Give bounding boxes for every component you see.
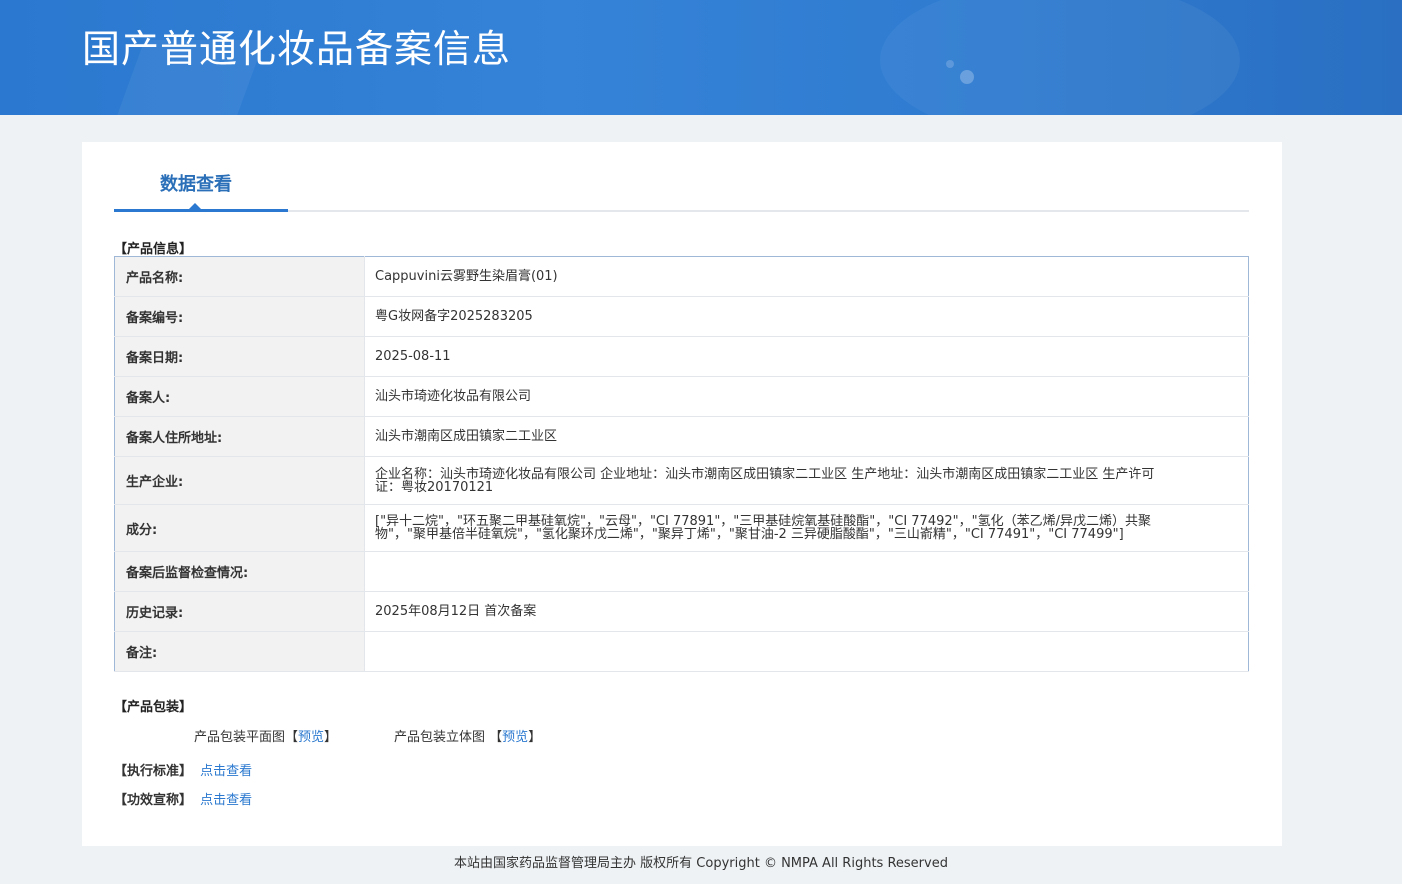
bracket: 【 [489, 730, 503, 745]
efficacy-claim-label: 【功效宣称】 [114, 793, 193, 808]
page-title: 国产普通化妆品备案信息 [82, 27, 512, 71]
field-label: 备案编号: [114, 296, 365, 337]
footer: 本站由国家药品监督管理局主办 版权所有 Copyright © NMPA All… [454, 856, 948, 871]
table-row: 历史记录: 2025年08月12日 首次备案 [114, 591, 1249, 632]
field-value: ["异十二烷"，"环五聚二甲基硅氧烷"，"云母"，"CI 77891"，"三甲基… [364, 504, 1249, 552]
field-value: Cappuvini云雾野生染眉膏(01) [364, 256, 1249, 297]
table-row: 生产企业: 企业名称：汕头市琦迹化妆品有限公司 企业地址：汕头市潮南区成田镇家二… [114, 456, 1249, 505]
table-row: 成分: ["异十二烷"，"环五聚二甲基硅氧烷"，"云母"，"CI 77891"，… [114, 504, 1249, 552]
table-row: 备案人住所地址: 汕头市潮南区成田镇家二工业区 [114, 416, 1249, 457]
banner-decoration [880, 0, 1240, 115]
execution-standard-line: 【执行标准】 点击查看 [114, 760, 252, 779]
section-title-packaging: 【产品包装】 [114, 700, 193, 715]
packaging-flat-label: 产品包装平面图 [194, 730, 286, 745]
field-label: 备案日期: [114, 336, 365, 377]
efficacy-claim-link[interactable]: 点击查看 [200, 793, 252, 808]
tab-data-view[interactable]: 数据查看 [114, 142, 288, 212]
field-label: 备案后监督检查情况: [114, 551, 365, 592]
table-row: 备案人: 汕头市琦迹化妆品有限公司 [114, 376, 1249, 417]
field-value: 2025年08月12日 首次备案 [364, 591, 1249, 632]
tab-label: 数据查看 [160, 174, 232, 195]
field-value [364, 631, 1249, 672]
field-label: 历史记录: [114, 591, 365, 632]
field-value: 企业名称：汕头市琦迹化妆品有限公司 企业地址：汕头市潮南区成田镇家二工业区 生产… [364, 456, 1249, 505]
field-label: 备案人住所地址: [114, 416, 365, 457]
table-row: 备案日期: 2025-08-11 [114, 336, 1249, 377]
field-label: 产品名称: [114, 256, 365, 297]
packaging-solid-item: 产品包装立体图 【预览】 [394, 726, 541, 745]
field-label: 备案人: [114, 376, 365, 417]
preview-solid-link[interactable]: 预览 [502, 730, 528, 745]
section-title-product-info: 【产品信息】 [114, 242, 193, 257]
field-label: 成分: [114, 504, 365, 552]
field-value [364, 551, 1249, 592]
active-tab-indicator-icon [189, 203, 201, 209]
content-panel: 数据查看 【产品信息】 产品名称: Cappuvini云雾野生染眉膏(01) 备… [82, 142, 1282, 846]
bracket: 【 [285, 730, 299, 745]
bracket: 】 [528, 730, 542, 745]
header-banner: 国产普通化妆品备案信息 [0, 0, 1402, 115]
table-row: 备案编号: 粤G妆网备字2025283205 [114, 296, 1249, 337]
tab-bar: 数据查看 [114, 142, 1249, 212]
table-row: 备案后监督检查情况: [114, 551, 1249, 592]
table-row: 备注: [114, 631, 1249, 672]
field-value: 粤G妆网备字2025283205 [364, 296, 1249, 337]
execution-standard-label: 【执行标准】 [114, 764, 193, 779]
efficacy-claim-line: 【功效宣称】 点击查看 [114, 789, 252, 808]
banner-decoration [946, 60, 954, 68]
product-info-table: 产品名称: Cappuvini云雾野生染眉膏(01) 备案编号: 粤G妆网备字2… [114, 256, 1249, 672]
execution-standard-link[interactable]: 点击查看 [200, 764, 252, 779]
field-label: 生产企业: [114, 456, 365, 505]
preview-flat-link[interactable]: 预览 [298, 730, 324, 745]
field-value: 2025-08-11 [364, 336, 1249, 377]
field-label: 备注: [114, 631, 365, 672]
bracket: 】 [324, 730, 338, 745]
packaging-solid-label: 产品包装立体图 [394, 730, 486, 745]
field-value: 汕头市琦迹化妆品有限公司 [364, 376, 1249, 417]
field-value: 汕头市潮南区成田镇家二工业区 [364, 416, 1249, 457]
table-row: 产品名称: Cappuvini云雾野生染眉膏(01) [114, 256, 1249, 297]
banner-decoration [960, 70, 974, 84]
packaging-flat-item: 产品包装平面图【预览】 [194, 726, 337, 745]
